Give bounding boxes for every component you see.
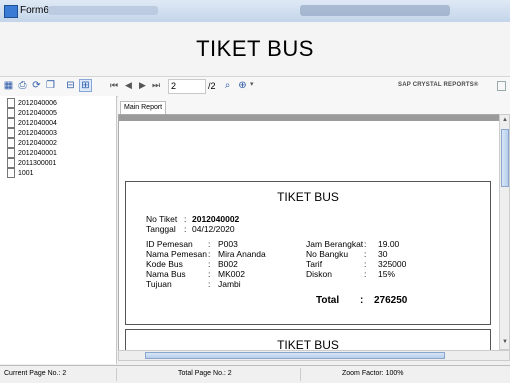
kode-bus-colon: :	[208, 259, 211, 269]
tanggal-label: Tanggal	[146, 224, 176, 234]
report-toolbar: ▦ ⎙ ⟳ ❐ ⊟ ⊞ ⏮ ◀ ▶ ⏭ 2 /2 ⌕ ⊕ ▾ SAP CRYST…	[0, 76, 510, 97]
tanggal-value: 04/12/2020	[192, 224, 235, 234]
crystal-reports-brand: SAP CRYSTAL REPORTS®	[398, 82, 479, 88]
title-bar-blur	[48, 6, 158, 15]
form-header: TIKET BUS	[0, 22, 510, 76]
viewer-top-band	[119, 115, 500, 121]
tree-item[interactable]: 2011300001	[7, 158, 56, 168]
print-icon[interactable]: ⎙	[17, 80, 28, 91]
tree-item[interactable]: 2012040004	[7, 118, 57, 128]
diskon-label: Diskon	[306, 269, 332, 279]
nama-bus-value: MK002	[218, 269, 245, 279]
vertical-scrollbar[interactable]: ▲ ▼	[499, 114, 510, 350]
kode-bus-label: Kode Bus	[146, 259, 183, 269]
form-heading: TIKET BUS	[196, 36, 314, 61]
vertical-scroll-thumb[interactable]	[501, 129, 509, 187]
tujuan-value: Jambi	[218, 279, 241, 289]
status-bar: Current Page No.: 2 Total Page No.: 2 Zo…	[0, 365, 510, 383]
total-label: Total	[316, 295, 340, 306]
find-icon[interactable]: ⌕	[222, 80, 233, 91]
report-viewer[interactable]: TIKET BUS No Tiket : 2012040002 Tanggal …	[118, 114, 501, 352]
tree-item[interactable]: 2012040006	[7, 98, 57, 108]
export-icon[interactable]: ▦	[3, 80, 14, 91]
tree-item[interactable]: 2012040003	[7, 128, 57, 138]
status-separator	[116, 368, 117, 381]
document-icon	[7, 98, 15, 108]
status-zoom: Zoom Factor: 100%	[342, 370, 404, 377]
report-page-next: TIKET BUS	[125, 329, 491, 351]
app-icon	[4, 5, 18, 18]
next-page-button[interactable]: ▶	[139, 80, 146, 91]
tarif-value: 325000	[378, 259, 407, 269]
first-page-button[interactable]: ⏮	[110, 80, 118, 91]
id-pemesan-value: P003	[218, 239, 238, 249]
horizontal-scrollbar[interactable]	[118, 350, 510, 361]
document-icon	[7, 128, 15, 138]
scroll-down-icon[interactable]: ▼	[501, 339, 509, 347]
tree-item[interactable]: 2012040002	[7, 138, 57, 148]
page-total: /2	[208, 81, 216, 91]
zoom-dropdown-icon[interactable]: ▾	[250, 80, 254, 88]
tujuan-colon: :	[208, 279, 211, 289]
document-icon	[7, 168, 15, 178]
tree-item[interactable]: 2012040005	[7, 108, 57, 118]
zoom-icon[interactable]: ⊕	[237, 80, 248, 91]
nama-pemesan-value: Mira Ananda	[218, 249, 266, 259]
id-pemesan-colon: :	[208, 239, 211, 249]
jam-berangkat-label: Jam Berangkat	[306, 239, 364, 249]
report-title: TIKET BUS	[277, 190, 339, 204]
document-icon	[7, 108, 15, 118]
panel-toggle-icon[interactable]	[497, 81, 506, 91]
refresh-icon[interactable]: ⟳	[31, 80, 42, 91]
no-bangku-value: 30	[378, 249, 388, 259]
jam-berangkat-value: 19.00	[378, 239, 400, 249]
prev-page-button[interactable]: ◀	[125, 80, 132, 91]
status-separator	[300, 368, 301, 381]
page-number-input[interactable]: 2	[168, 79, 206, 94]
last-page-button[interactable]: ⏭	[152, 80, 160, 91]
status-current-page: Current Page No.: 2	[4, 370, 67, 377]
nama-pemesan-colon: :	[208, 249, 211, 259]
group-tree-icon[interactable]: ⊟	[65, 80, 76, 91]
document-icon	[7, 118, 15, 128]
kode-bus-value: B002	[218, 259, 238, 269]
window-title-bar[interactable]: Form6	[0, 0, 510, 23]
no-bangku-label: No Bangku	[306, 249, 349, 259]
nama-pemesan-label: Nama Pemesan	[146, 249, 207, 259]
horizontal-scroll-thumb[interactable]	[145, 352, 445, 359]
diskon-value: 15%	[378, 269, 396, 279]
total-value: 276250	[374, 295, 408, 306]
title-bar-blur-right	[300, 5, 450, 16]
tarif-label: Tarif	[306, 259, 323, 269]
document-icon	[7, 148, 15, 158]
report-page: TIKET BUS No Tiket : 2012040002 Tanggal …	[125, 181, 491, 325]
window-title: Form6	[20, 5, 49, 16]
tujuan-label: Tujuan	[146, 279, 172, 289]
diskon-colon: :	[364, 269, 367, 279]
no-tiket-value: 2012040002	[192, 214, 240, 224]
tarif-colon: :	[364, 259, 367, 269]
nama-bus-colon: :	[208, 269, 211, 279]
document-icon	[7, 138, 15, 148]
group-tree: 2012040006 2012040005 2012040004 2012040…	[0, 96, 117, 364]
nama-bus-label: Nama Bus	[146, 269, 186, 279]
report-tabs: Main Report	[118, 96, 510, 114]
tab-main-report[interactable]: Main Report	[120, 101, 167, 114]
document-icon	[7, 158, 15, 168]
tree-item[interactable]: 1001	[7, 168, 34, 178]
scroll-up-icon[interactable]: ▲	[501, 117, 509, 125]
no-bangku-colon: :	[364, 249, 367, 259]
status-total-page: Total Page No.: 2	[178, 370, 232, 377]
id-pemesan-label: ID Pemesan	[146, 239, 193, 249]
total-colon: :	[360, 295, 364, 306]
no-tiket-colon: :	[184, 214, 187, 224]
toggle-panel-icon[interactable]: ⊞	[79, 79, 92, 92]
jam-berangkat-colon: :	[364, 239, 367, 249]
no-tiket-label: No Tiket	[146, 214, 178, 224]
tree-item[interactable]: 2012040001	[7, 148, 57, 158]
copy-icon[interactable]: ❐	[45, 80, 56, 91]
tanggal-colon: :	[184, 224, 187, 234]
